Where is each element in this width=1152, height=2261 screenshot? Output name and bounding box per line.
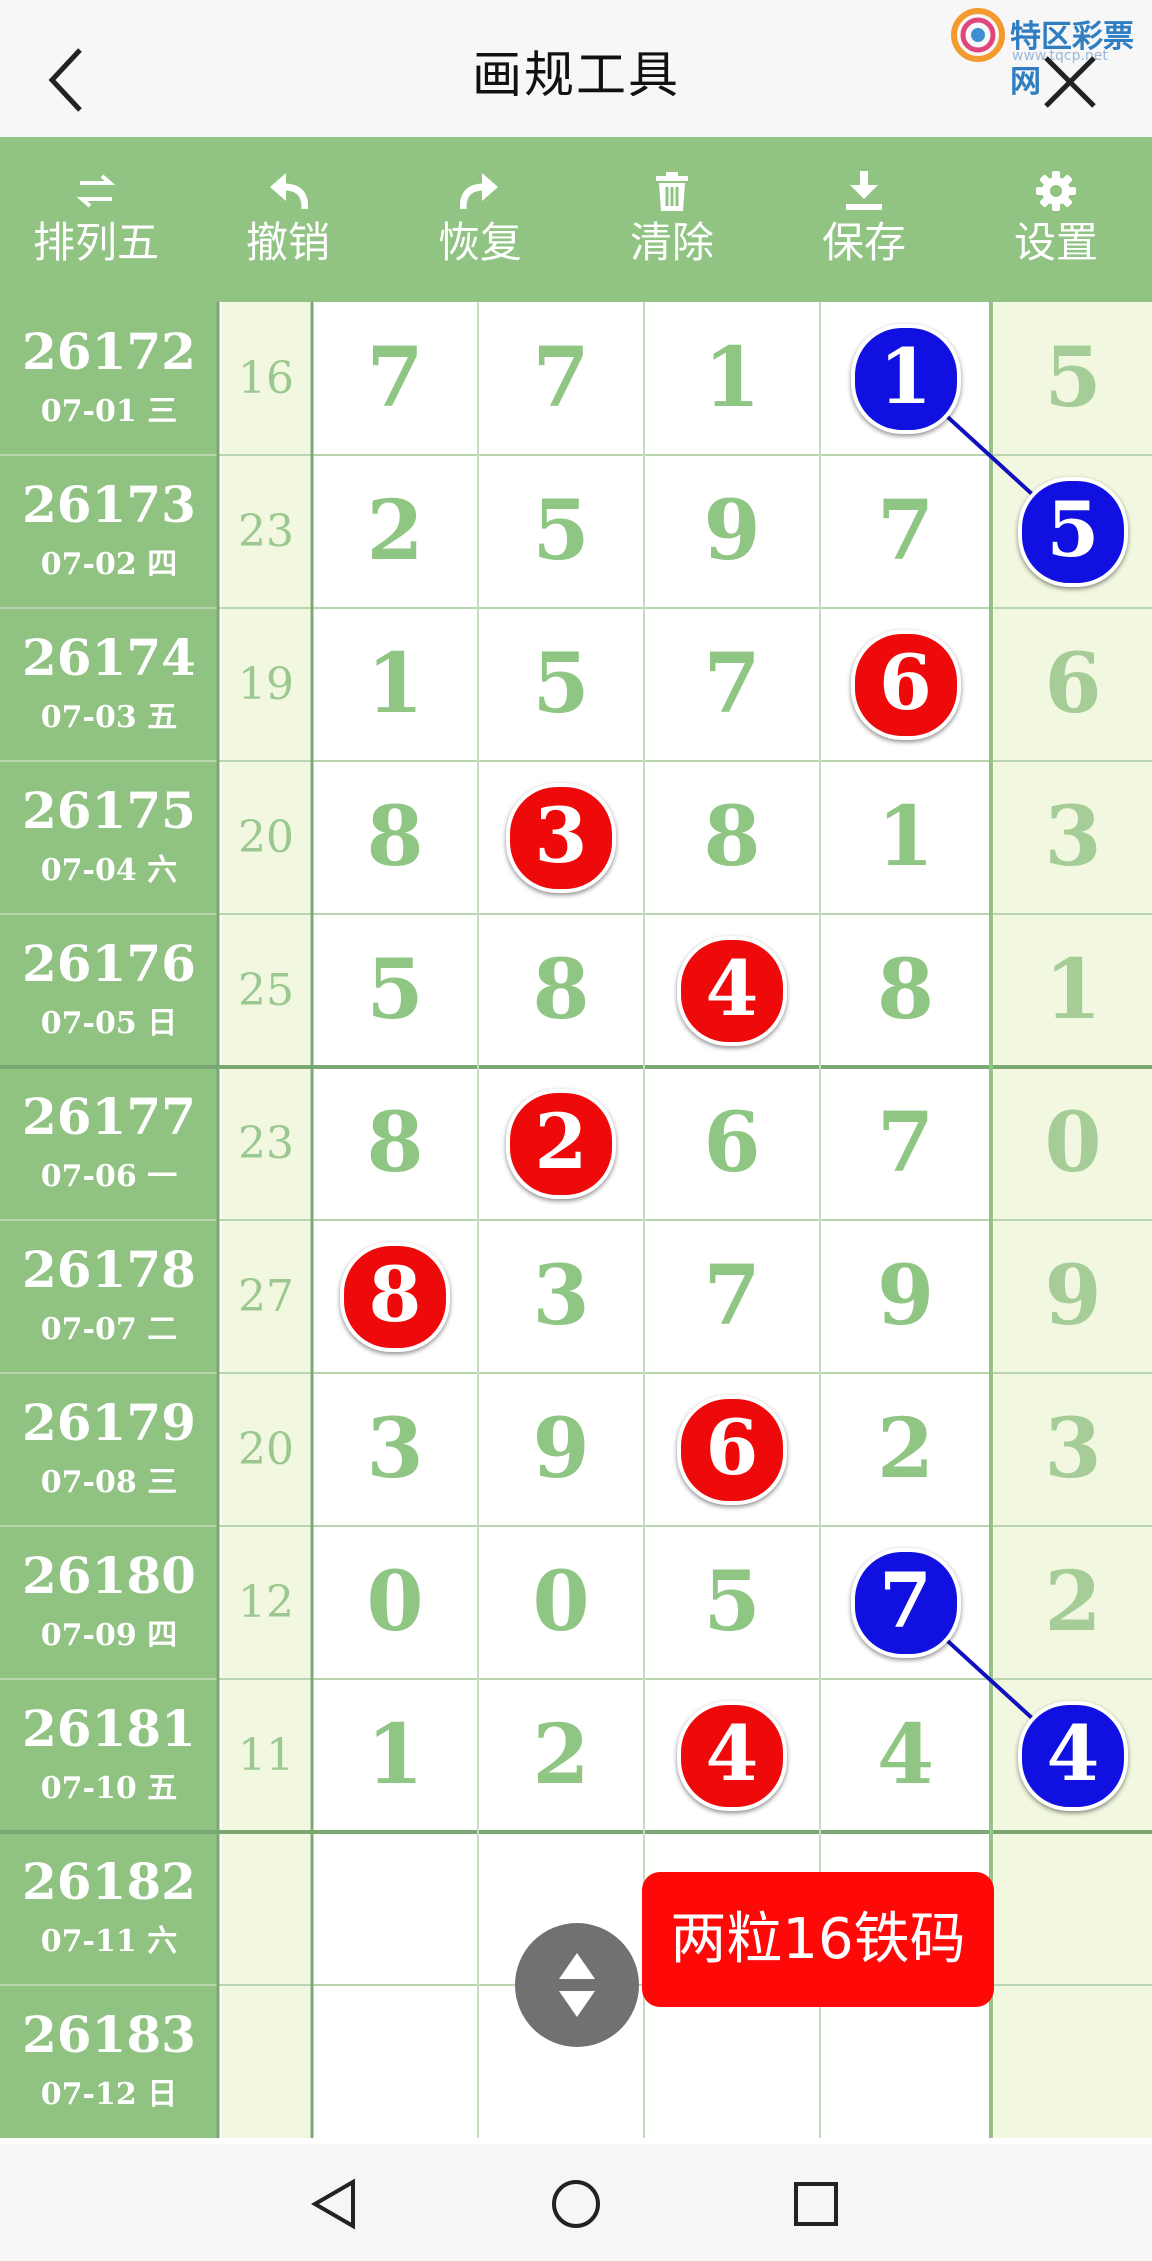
close-icon[interactable] [1038, 50, 1102, 114]
marked-number-ball[interactable]: 7 [850, 1547, 961, 1658]
save-button[interactable]: 保存 [768, 137, 960, 302]
clear-button[interactable]: 清除 [576, 137, 768, 302]
marked-number-ball[interactable]: 1 [850, 323, 961, 434]
swap-arrows-icon [76, 174, 116, 208]
system-nav-bar [0, 2144, 1152, 2261]
recents-square-icon[interactable] [786, 2174, 846, 2234]
download-icon [846, 171, 882, 210]
trash-icon [656, 172, 688, 211]
marked-number-ball[interactable]: 4 [677, 1700, 787, 1811]
settings-button[interactable]: 设置 [960, 137, 1152, 302]
marked-number-ball[interactable]: 6 [850, 629, 961, 740]
marked-number-ball[interactable]: 4 [677, 935, 787, 1046]
lottery-type-button[interactable]: 排列五 [0, 137, 192, 302]
marked-number-ball[interactable]: 8 [340, 1241, 450, 1352]
undo-icon [270, 173, 308, 210]
connector-lines [904, 377, 1075, 1757]
redo-label: 恢复 [437, 218, 522, 267]
settings-label: 设置 [1013, 218, 1098, 267]
gear-icon [1036, 171, 1076, 211]
scroll-toggle-button[interactable] [515, 1923, 639, 2047]
app-header: 画规工具 特区彩票网 www.tqcp.net [0, 0, 1152, 137]
redo-icon [460, 173, 498, 210]
marked-number-ball[interactable]: 6 [677, 1394, 787, 1505]
marked-number-ball[interactable]: 3 [506, 782, 616, 893]
undo-button[interactable]: 撤销 [192, 137, 384, 302]
save-label: 保存 [821, 218, 906, 267]
marked-number-ball[interactable]: 4 [1018, 1700, 1128, 1811]
marked-number-ball[interactable]: 2 [506, 1088, 616, 1199]
chevron-up-down-icon [559, 1953, 595, 2017]
tool-bar: 排列五 撤销 恢复 清除 保存 设置 [0, 137, 1152, 304]
back-triangle-icon[interactable] [305, 2174, 365, 2234]
home-circle-icon[interactable] [546, 2174, 606, 2234]
logo-swirl-icon [951, 8, 1005, 62]
note-bubble[interactable]: 两粒16铁码 [642, 1872, 994, 2007]
lottery-type-label: 排列五 [32, 218, 159, 267]
clear-label: 清除 [629, 218, 714, 267]
undo-label: 撤销 [245, 218, 330, 267]
redo-button[interactable]: 恢复 [384, 137, 576, 302]
drawing-grid[interactable]: 2617207-01 三16771152617307-02 四232597526… [0, 302, 1152, 2144]
marked-number-ball[interactable]: 5 [1018, 476, 1128, 587]
